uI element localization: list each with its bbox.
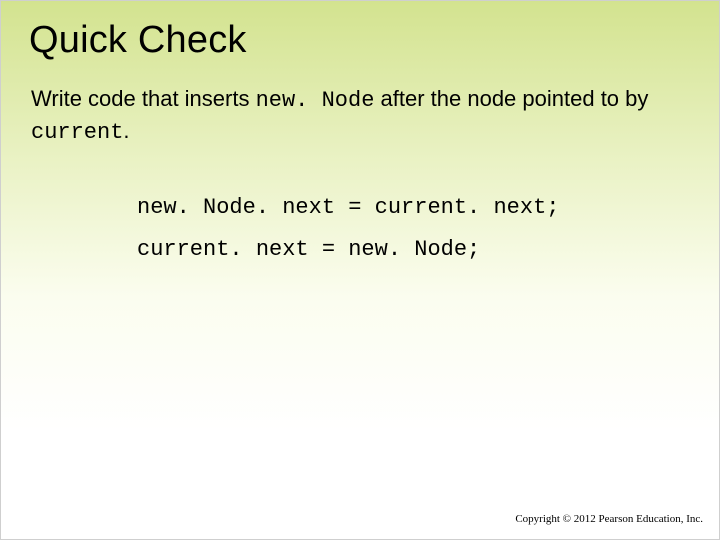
code-line-2: current. next = new. Node; — [137, 229, 691, 271]
prompt-frag-3: . — [123, 118, 129, 143]
prompt-code-1: new. Node — [256, 88, 375, 113]
code-line-1: new. Node. next = current. next; — [137, 187, 691, 229]
prompt-text: Write code that inserts new. Node after … — [31, 84, 691, 147]
slide-title: Quick Check — [29, 19, 691, 62]
prompt-frag-2: after the node pointed to by — [374, 86, 648, 111]
prompt-frag-1: Write code that inserts — [31, 86, 256, 111]
code-block: new. Node. next = current. next; current… — [137, 187, 691, 271]
prompt-code-2: current — [31, 120, 123, 145]
copyright-text: Copyright © 2012 Pearson Education, Inc. — [515, 513, 703, 525]
slide: Quick Check Write code that inserts new.… — [0, 0, 720, 540]
